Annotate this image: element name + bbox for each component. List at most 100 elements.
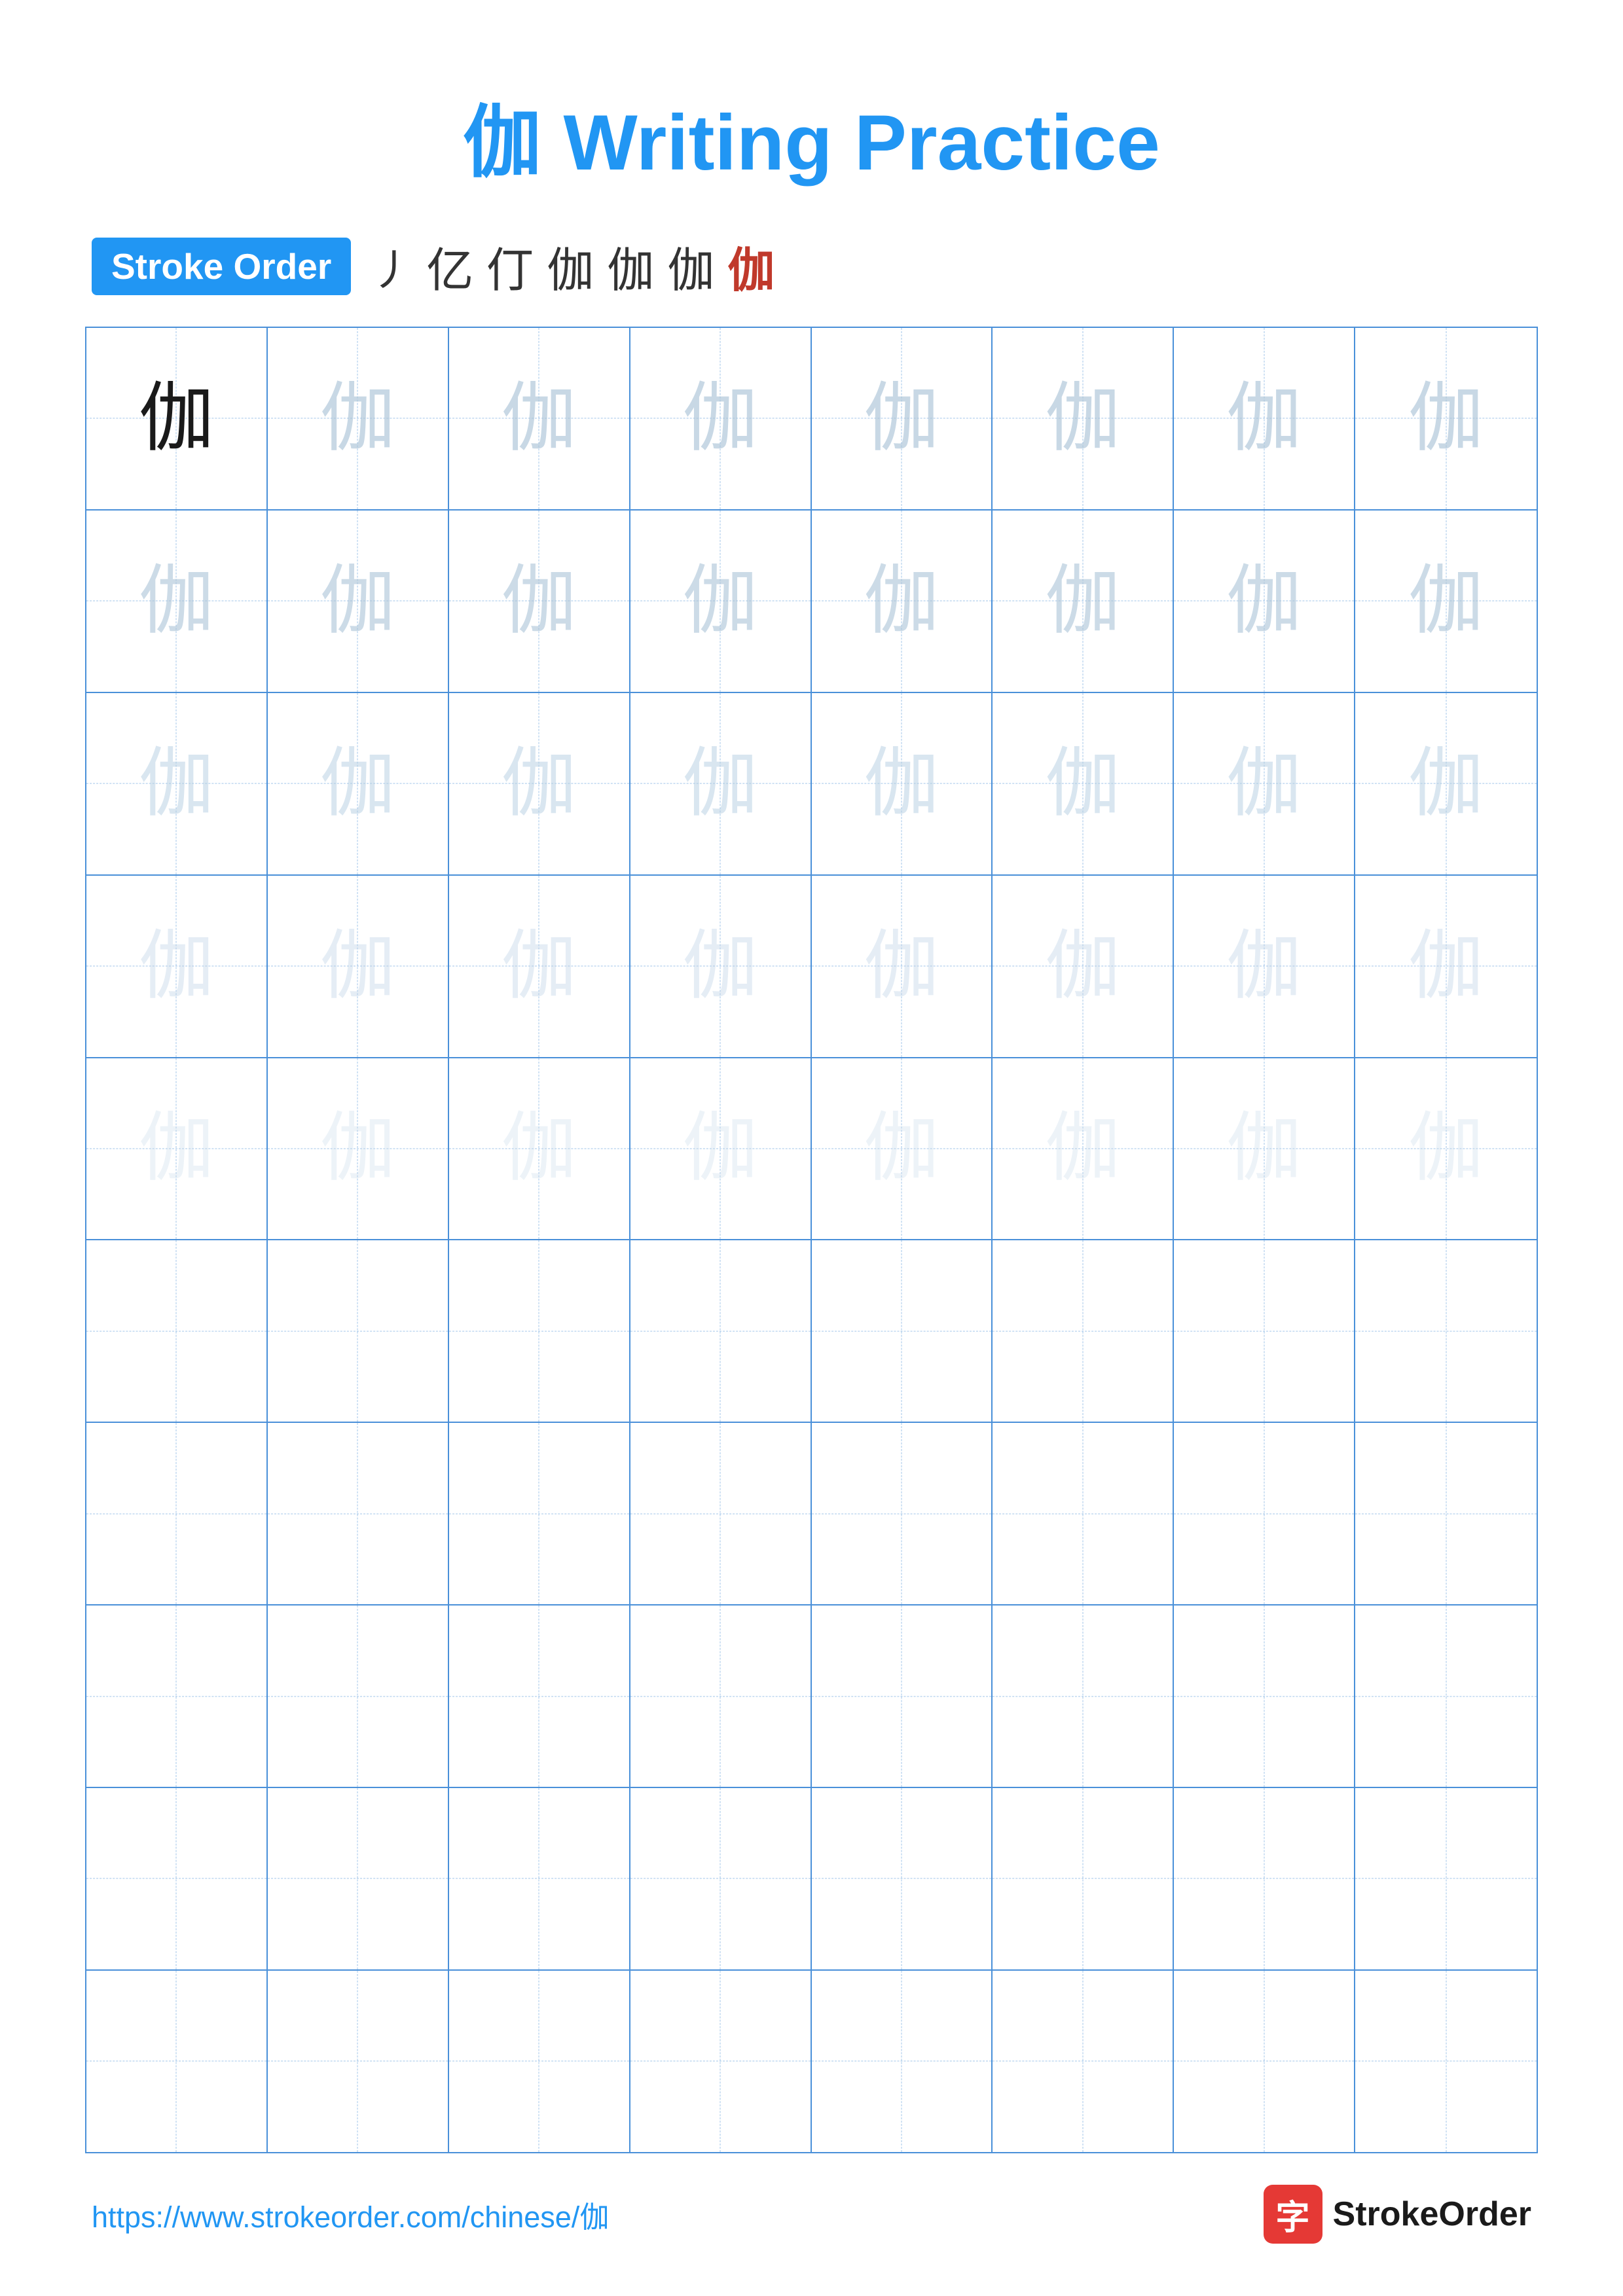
practice-char: 伽 <box>320 1111 395 1186</box>
grid-cell[interactable] <box>268 1971 449 2152</box>
grid-cell[interactable]: 伽 <box>268 328 449 509</box>
grid-cell[interactable]: 伽 <box>993 511 1174 692</box>
grid-cell[interactable]: 伽 <box>1355 693 1537 874</box>
footer-url[interactable]: https://www.strokeorder.com/chinese/伽 <box>92 2193 609 2236</box>
grid-cell[interactable]: 伽 <box>993 693 1174 874</box>
grid-cell[interactable]: 伽 <box>812 693 993 874</box>
grid-cell[interactable] <box>268 1423 449 1604</box>
practice-char: 伽 <box>1408 746 1484 821</box>
grid-cell[interactable]: 伽 <box>630 1058 812 1240</box>
grid-cell[interactable] <box>812 1423 993 1604</box>
grid-cell[interactable] <box>993 1605 1174 1787</box>
practice-char: 伽 <box>501 746 577 821</box>
grid-cell[interactable]: 伽 <box>1355 876 1537 1057</box>
grid-cell[interactable]: 伽 <box>86 328 268 509</box>
grid-row <box>86 1971 1537 2152</box>
stroke-4: 伽 <box>547 232 594 300</box>
grid-cell[interactable] <box>449 1971 630 2152</box>
grid-cell[interactable] <box>1355 1605 1537 1787</box>
grid-cell[interactable] <box>449 1423 630 1604</box>
grid-cell[interactable] <box>812 1971 993 2152</box>
practice-char: 伽 <box>320 929 395 1004</box>
practice-char: 伽 <box>1045 1111 1120 1186</box>
grid-cell[interactable]: 伽 <box>449 328 630 509</box>
grid-cell[interactable] <box>86 1605 268 1787</box>
grid-cell[interactable] <box>812 1788 993 1969</box>
grid-cell[interactable] <box>1355 1240 1537 1422</box>
grid-cell[interactable]: 伽 <box>630 876 812 1057</box>
logo-icon: 字 <box>1264 2185 1322 2244</box>
grid-cell[interactable] <box>1174 1423 1355 1604</box>
grid-cell[interactable] <box>268 1788 449 1969</box>
grid-cell[interactable]: 伽 <box>86 876 268 1057</box>
grid-cell[interactable]: 伽 <box>812 511 993 692</box>
grid-cell[interactable]: 伽 <box>1355 1058 1537 1240</box>
grid-cell[interactable] <box>1355 1423 1537 1604</box>
grid-cell[interactable] <box>630 1788 812 1969</box>
practice-char: 伽 <box>1408 1111 1484 1186</box>
grid-cell[interactable] <box>268 1605 449 1787</box>
grid-cell[interactable]: 伽 <box>449 693 630 874</box>
grid-cell[interactable] <box>1174 1240 1355 1422</box>
grid-cell[interactable]: 伽 <box>1174 876 1355 1057</box>
practice-char: 伽 <box>320 381 395 456</box>
grid-cell[interactable]: 伽 <box>630 511 812 692</box>
grid-cell[interactable]: 伽 <box>449 876 630 1057</box>
practice-char: 伽 <box>139 564 214 639</box>
grid-cell[interactable] <box>1355 1788 1537 1969</box>
grid-cell[interactable]: 伽 <box>268 876 449 1057</box>
logo-text: StrokeOrder <box>1333 2195 1531 2234</box>
grid-cell[interactable]: 伽 <box>993 1058 1174 1240</box>
grid-cell[interactable] <box>812 1240 993 1422</box>
grid-cell[interactable] <box>1174 1971 1355 2152</box>
grid-cell[interactable] <box>630 1423 812 1604</box>
practice-char: 伽 <box>864 1111 939 1186</box>
grid-cell[interactable] <box>86 1423 268 1604</box>
grid-cell[interactable] <box>449 1788 630 1969</box>
grid-cell[interactable]: 伽 <box>1355 511 1537 692</box>
grid-cell[interactable] <box>630 1605 812 1787</box>
grid-cell[interactable] <box>86 1788 268 1969</box>
grid-cell[interactable]: 伽 <box>993 876 1174 1057</box>
grid-cell[interactable]: 伽 <box>1174 1058 1355 1240</box>
grid-cell[interactable] <box>268 1240 449 1422</box>
grid-cell[interactable]: 伽 <box>268 1058 449 1240</box>
grid-cell[interactable] <box>630 1971 812 2152</box>
grid-cell[interactable]: 伽 <box>86 693 268 874</box>
grid-cell[interactable] <box>993 1423 1174 1604</box>
grid-cell[interactable]: 伽 <box>630 328 812 509</box>
grid-cell[interactable]: 伽 <box>812 328 993 509</box>
grid-cell[interactable]: 伽 <box>1174 693 1355 874</box>
grid-cell[interactable] <box>630 1240 812 1422</box>
grid-cell[interactable] <box>1174 1788 1355 1969</box>
grid-cell[interactable]: 伽 <box>812 876 993 1057</box>
grid-cell[interactable] <box>993 1788 1174 1969</box>
grid-cell[interactable] <box>449 1240 630 1422</box>
grid-cell[interactable] <box>993 1971 1174 2152</box>
grid-cell[interactable]: 伽 <box>993 328 1174 509</box>
grid-cell[interactable] <box>86 1971 268 2152</box>
grid-cell[interactable] <box>449 1605 630 1787</box>
grid-cell[interactable] <box>86 1240 268 1422</box>
practice-char: 伽 <box>683 1111 758 1186</box>
grid-cell[interactable]: 伽 <box>449 1058 630 1240</box>
grid-cell[interactable]: 伽 <box>630 693 812 874</box>
grid-cell[interactable] <box>812 1605 993 1787</box>
grid-cell[interactable] <box>1174 1605 1355 1787</box>
practice-grid: 伽 伽 伽 伽 伽 伽 伽 伽 伽 伽 伽 <box>85 327 1538 2153</box>
practice-char: 伽 <box>1226 746 1302 821</box>
grid-cell[interactable]: 伽 <box>1355 328 1537 509</box>
grid-cell[interactable] <box>1355 1971 1537 2152</box>
practice-char: 伽 <box>683 929 758 1004</box>
grid-cell[interactable]: 伽 <box>449 511 630 692</box>
grid-cell[interactable]: 伽 <box>812 1058 993 1240</box>
grid-cell[interactable]: 伽 <box>1174 511 1355 692</box>
grid-cell[interactable]: 伽 <box>268 511 449 692</box>
footer-logo: 字 StrokeOrder <box>1264 2185 1531 2244</box>
grid-cell[interactable]: 伽 <box>86 1058 268 1240</box>
practice-char: 伽 <box>320 564 395 639</box>
grid-cell[interactable]: 伽 <box>86 511 268 692</box>
grid-cell[interactable]: 伽 <box>268 693 449 874</box>
grid-cell[interactable] <box>993 1240 1174 1422</box>
grid-cell[interactable]: 伽 <box>1174 328 1355 509</box>
